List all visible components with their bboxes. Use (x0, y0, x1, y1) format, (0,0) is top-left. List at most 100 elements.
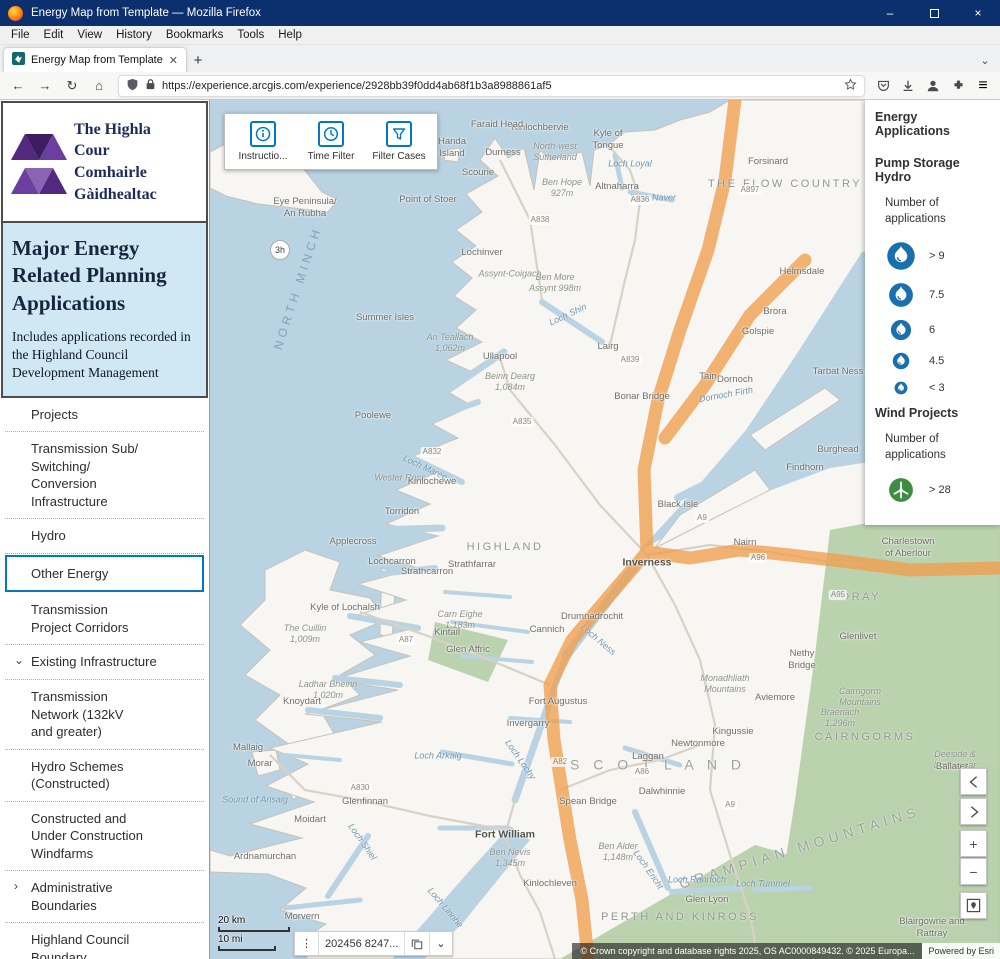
legend-body: Pump Storage Hydro Number of applications… (875, 156, 990, 503)
map-toolbar: Instructio... Time Filter Filter Cases (224, 113, 438, 170)
menu-file[interactable]: File (4, 27, 37, 43)
layer-item-hydro[interactable]: Hydro (5, 519, 204, 554)
maximize-icon (929, 8, 939, 18)
new-tab-button[interactable]: + (186, 48, 210, 72)
info-icon (250, 121, 276, 147)
layer-label: Existing Infrastructure (31, 654, 157, 670)
map-attribution: © Crown copyright and database rights 20… (572, 943, 1000, 959)
menu-tools[interactable]: Tools (230, 27, 271, 43)
council-logo: The Highla Cour Comhairle Gàidhealtac (3, 103, 206, 221)
coordinates-format-chevron-icon[interactable]: ⌄ (429, 932, 451, 955)
coordinates-drag-handle[interactable]: ⋮ (295, 932, 318, 955)
layer-item-transmission[interactable]: Transmission Project Corridors (5, 593, 204, 646)
tab-close-icon[interactable]: ✕ (169, 54, 178, 67)
esri-attribution: Powered by Esri (922, 943, 1000, 959)
forward-button[interactable]: → (33, 75, 57, 97)
close-button[interactable]: × (956, 0, 1000, 26)
tab-title: Energy Map from Template (31, 54, 163, 66)
layer-item-other[interactable]: Other Energy (5, 554, 204, 593)
url-text[interactable]: https://experience.arcgis.com/experience… (162, 80, 838, 92)
copy-coordinates-icon[interactable] (404, 932, 429, 955)
app-title-block: Major Energy Related Planning Applicatio… (3, 221, 206, 396)
layer-item-existing[interactable]: ⌄ Existing Infrastructure (5, 645, 204, 681)
home-button[interactable]: ⌂ (87, 75, 111, 97)
back-button[interactable]: ← (6, 75, 30, 97)
sidebar: The Highla Cour Comhairle Gàidhealtac Ma… (0, 100, 210, 959)
account-icon[interactable] (922, 75, 944, 97)
legend-section-title: Pump Storage Hydro (875, 156, 960, 184)
hydro-icon (885, 381, 917, 395)
brand-box: The Highla Cour Comhairle Gàidhealtac Ma… (1, 101, 208, 398)
legend-item-label: 6 (929, 324, 936, 337)
menu-history[interactable]: History (109, 27, 159, 43)
layer-label: Highland Council Boundary (31, 932, 130, 959)
menu-bar: File Edit View History Bookmarks Tools Help (0, 26, 1000, 45)
menu-view[interactable]: View (70, 27, 109, 43)
list-tabs-chevron-icon[interactable]: ⌄ (974, 48, 996, 72)
next-extent-button[interactable] (960, 798, 987, 825)
hydro-icon (885, 282, 917, 308)
council-logo-icon (11, 134, 67, 194)
filter-cases-button[interactable]: Filter Cases (371, 121, 427, 162)
instructions-button[interactable]: Instructio... (235, 121, 291, 162)
layer-item-transmission[interactable]: Transmission Network (132kV and greater) (5, 680, 204, 750)
menu-edit[interactable]: Edit (37, 27, 71, 43)
page-subtitle: Includes applications recorded in the Hi… (12, 328, 191, 381)
extensions-icon[interactable] (947, 75, 969, 97)
chevron-right-icon[interactable]: › (14, 879, 26, 893)
coordinates-widget: ⋮ 202456 8247... ⌄ (294, 931, 453, 956)
hydro-icon (885, 352, 917, 370)
legend-item: 4.5 (885, 352, 990, 370)
menu-bookmarks[interactable]: Bookmarks (159, 27, 231, 43)
layer-item-transmission[interactable]: Transmission Sub/ Switching/ Conversion … (5, 432, 204, 520)
layer-label: Other Energy (31, 565, 109, 581)
legend-panel: Energy Applications Pump Storage Hydro Nu… (865, 100, 1000, 525)
instructions-label: Instructio... (238, 151, 288, 162)
menu-help[interactable]: Help (271, 27, 309, 43)
scale-bar: 20 km 10 mi (218, 915, 290, 953)
filter-cases-label: Filter Cases (372, 151, 426, 162)
legend-title: Energy Applications (875, 110, 951, 138)
coordinates-value[interactable]: 202456 8247... (318, 932, 404, 955)
time-filter-button[interactable]: Time Filter (303, 121, 359, 162)
layer-item-administrative[interactable]: › Administrative Boundaries (5, 871, 204, 924)
time-filter-label: Time Filter (307, 151, 355, 162)
layer-label: Hydro (31, 528, 66, 544)
previous-extent-button[interactable] (960, 768, 987, 795)
chevron-down-icon[interactable]: ⌄ (14, 653, 26, 667)
firefox-icon (8, 5, 23, 21)
zoom-in-button[interactable]: + (960, 830, 987, 857)
url-bar[interactable]: https://experience.arcgis.com/experience… (118, 74, 865, 97)
council-logo-text: The Highla Cour Comhairle Gàidhealtac (74, 120, 157, 203)
window-title: Energy Map from Template — Mozilla Firef… (31, 7, 261, 19)
reload-button[interactable]: ↻ (60, 75, 84, 97)
menu-icon[interactable]: ≡ (972, 75, 994, 97)
layer-label: Transmission Sub/ Switching/ Conversion … (31, 441, 139, 509)
layer-item-highland[interactable]: Highland Council Boundary (5, 923, 204, 959)
legend-item: 6 (885, 319, 990, 341)
tracking-shield-icon[interactable] (126, 78, 139, 94)
map-canvas[interactable]: THE FLOW COUNTRY HIGHLAND S C O T L A N DG… (210, 100, 1000, 959)
default-extent-button[interactable] (960, 892, 987, 919)
browser-window: Energy Map from Template — Mozilla Firef… (0, 0, 1000, 959)
zoom-out-button[interactable]: − (960, 858, 987, 885)
pocket-icon[interactable] (872, 75, 894, 97)
scale-km-label: 20 km (218, 915, 246, 926)
hydro-icon (885, 319, 917, 341)
layer-item-projects[interactable]: Projects (5, 398, 204, 433)
tab-bar: Energy Map from Template ✕ + ⌄ (0, 45, 1000, 72)
lock-icon[interactable] (145, 78, 156, 93)
tab-favicon (12, 52, 25, 68)
browser-tab[interactable]: Energy Map from Template ✕ (4, 48, 186, 72)
legend-item-label: > 9 (929, 250, 945, 263)
minimize-button[interactable]: – (868, 0, 912, 26)
attribution-text: © Crown copyright and database rights 20… (572, 943, 923, 959)
layer-item-constructed[interactable]: Constructed and Under Construction Windf… (5, 802, 204, 872)
bookmark-star-icon[interactable] (844, 77, 857, 94)
downloads-icon[interactable] (897, 75, 919, 97)
scale-mi-line (218, 946, 276, 951)
maximize-button[interactable] (912, 0, 956, 26)
layer-label: Constructed and Under Construction Windf… (31, 810, 143, 861)
legend-item: < 3 (885, 381, 990, 395)
layer-item-hydro[interactable]: Hydro Schemes (Constructed) (5, 750, 204, 802)
